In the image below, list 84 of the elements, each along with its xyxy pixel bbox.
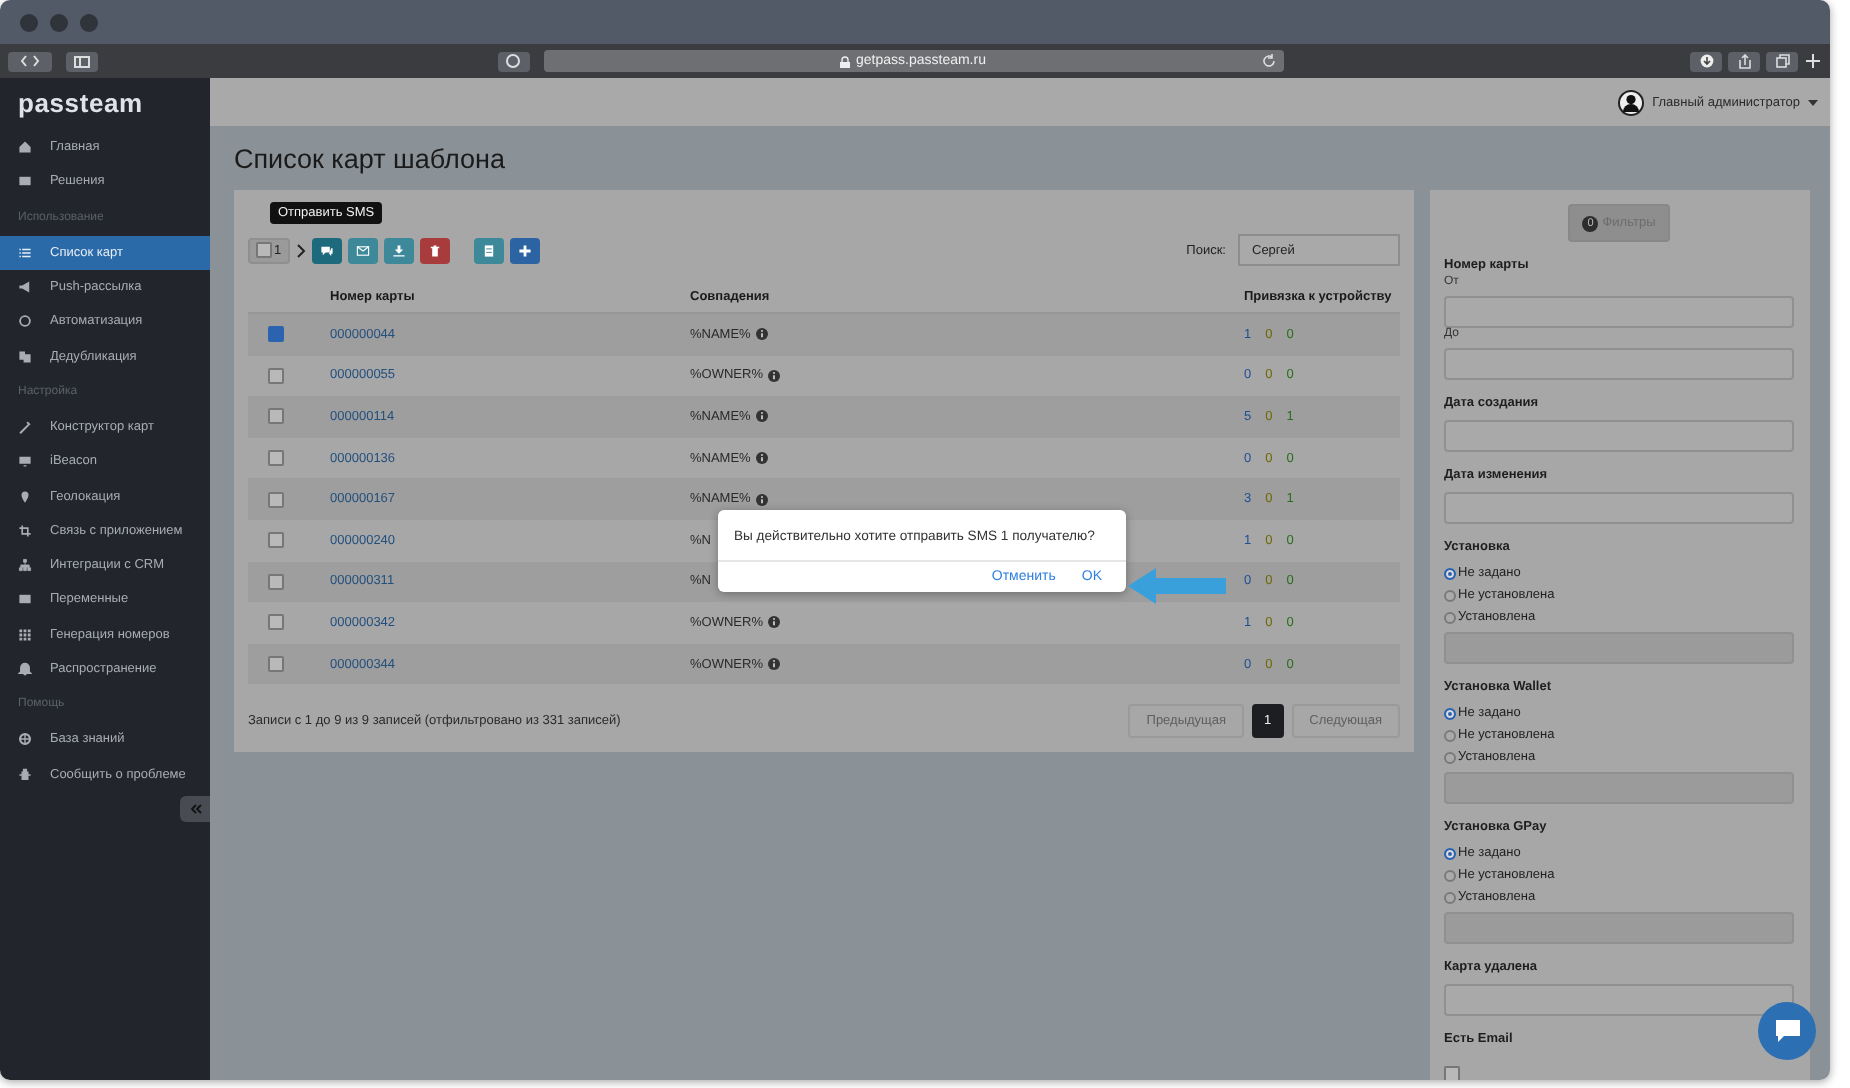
radio-button[interactable] [1444, 891, 1456, 903]
menu-item-icon [18, 140, 32, 155]
menu-item-icon [18, 627, 32, 642]
menu-item-icon [18, 349, 32, 364]
envelope-icon [355, 243, 370, 257]
row-checkbox[interactable] [268, 367, 284, 384]
double-chevron-icon [189, 804, 201, 814]
caret-icon [1808, 99, 1818, 105]
download-icon [391, 243, 406, 257]
new-tab-button[interactable] [1804, 52, 1822, 70]
row-checkbox[interactable] [268, 326, 284, 343]
lock-icon [840, 55, 850, 67]
menu-item-icon [18, 314, 32, 329]
reload-icon[interactable] [1261, 54, 1275, 68]
radio-button[interactable] [1444, 707, 1456, 719]
plus-icon [1806, 54, 1820, 68]
row-checkbox[interactable] [268, 491, 284, 508]
chevron-icon [295, 243, 306, 257]
email-button[interactable] [347, 237, 378, 263]
sidebar-button[interactable] [66, 51, 98, 71]
collapse-button[interactable] [180, 796, 210, 822]
radio-button[interactable] [1444, 751, 1456, 763]
menu-item-icon [18, 419, 32, 434]
chevrons-icon [18, 54, 42, 68]
menu-item-icon [18, 523, 32, 538]
menu-item-icon [18, 732, 32, 747]
menu-item-icon [18, 767, 32, 782]
row-checkbox[interactable] [268, 450, 284, 467]
menu-item-icon [18, 662, 32, 676]
input-field[interactable] [1444, 296, 1794, 328]
info-icon [756, 410, 769, 423]
input-field[interactable] [1444, 420, 1794, 452]
menu-item-icon [18, 174, 32, 189]
row-checkbox[interactable] [268, 408, 284, 425]
download-icon [1699, 54, 1713, 68]
add-button[interactable] [509, 237, 540, 263]
download-button[interactable] [1690, 51, 1722, 71]
document-icon [481, 243, 496, 257]
row-checkbox[interactable] [268, 532, 284, 549]
info-icon [756, 452, 769, 465]
share-button[interactable] [1728, 51, 1760, 71]
checkbox[interactable] [1444, 1066, 1460, 1080]
input-field[interactable] [1444, 348, 1794, 380]
tabs-button[interactable] [1766, 51, 1798, 71]
info-icon [768, 369, 781, 382]
page-title: Список карт шаблона [234, 144, 507, 174]
info-icon [756, 328, 769, 341]
back-forward-button[interactable] [8, 51, 52, 71]
menu-item-icon [18, 489, 32, 504]
logo: passteam [16, 86, 145, 122]
radio-button[interactable] [1444, 611, 1456, 623]
trash-icon [427, 243, 442, 257]
menu-item-icon [18, 245, 32, 260]
sidebar-icon [74, 55, 90, 67]
input-field[interactable] [1444, 492, 1794, 524]
menu-item-icon [18, 592, 32, 607]
circle-icon [506, 54, 520, 68]
sms-button[interactable] [311, 237, 342, 263]
radio-button[interactable] [1444, 869, 1456, 881]
menu-item-icon [18, 280, 32, 295]
radio-button[interactable] [1444, 847, 1456, 859]
plus-icon [517, 243, 532, 257]
delete-button[interactable] [419, 237, 450, 263]
radio-button[interactable] [1444, 589, 1456, 601]
row-checkbox[interactable] [268, 573, 284, 590]
radio-button[interactable] [1444, 567, 1456, 579]
radio-button[interactable] [1444, 729, 1456, 741]
share-icon [1737, 53, 1751, 69]
chat-icon [319, 243, 334, 257]
row-checkbox[interactable] [268, 656, 284, 673]
arrow-drawing [1128, 566, 1226, 606]
menu-item-icon [18, 454, 32, 469]
menu-item-icon [18, 558, 32, 573]
archive-button[interactable] [473, 237, 504, 263]
privacy-button[interactable] [497, 51, 529, 71]
info-icon [768, 616, 781, 629]
tabs-icon [1775, 54, 1789, 68]
checkbox[interactable] [256, 242, 272, 258]
input-field[interactable] [1444, 984, 1794, 1016]
info-icon [768, 658, 781, 671]
info-icon [756, 493, 769, 506]
avatar-icon [1618, 89, 1645, 115]
row-checkbox[interactable] [268, 614, 284, 631]
chat-icon [1773, 1018, 1801, 1044]
